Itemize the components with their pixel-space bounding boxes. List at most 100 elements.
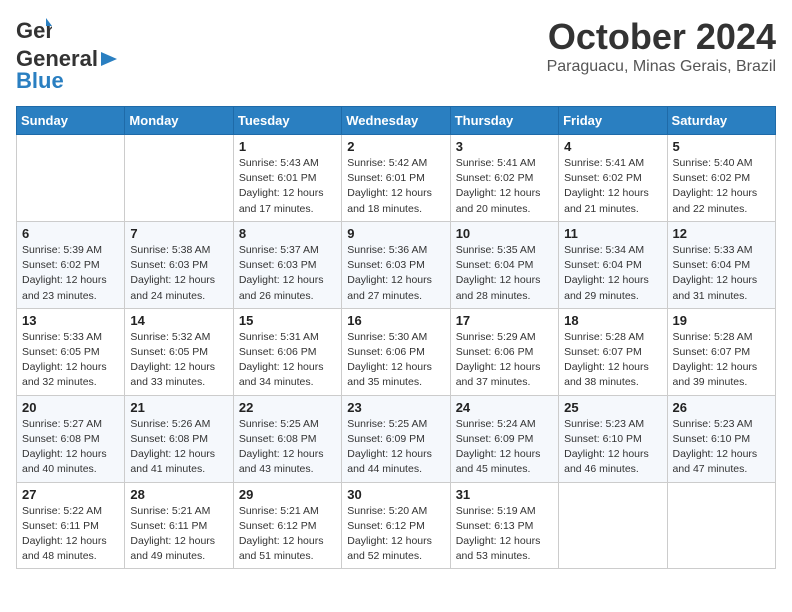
- day-number: 17: [456, 313, 553, 328]
- day-info: Sunrise: 5:37 AMSunset: 6:03 PMDaylight:…: [239, 243, 336, 304]
- day-number: 15: [239, 313, 336, 328]
- day-info: Sunrise: 5:25 AMSunset: 6:08 PMDaylight:…: [239, 417, 336, 478]
- page-header: General General Blue October 2024 Paragu…: [16, 16, 776, 94]
- weekday-header-friday: Friday: [559, 107, 667, 135]
- calendar-cell: 25 Sunrise: 5:23 AMSunset: 6:10 PMDayligh…: [559, 395, 667, 482]
- day-number: 21: [130, 400, 227, 415]
- calendar-cell: 27Sunrise: 5:22 AMSunset: 6:11 PMDayligh…: [17, 482, 125, 569]
- calendar-header-row: SundayMondayTuesdayWednesdayThursdayFrid…: [17, 107, 776, 135]
- weekday-header-wednesday: Wednesday: [342, 107, 450, 135]
- calendar-cell: 6 Sunrise: 5:39 AMSunset: 6:02 PMDaylight…: [17, 221, 125, 308]
- day-number: 26: [673, 400, 770, 415]
- day-info: Sunrise: 5:40 AMSunset: 6:02 PMDaylight:…: [673, 156, 770, 217]
- day-number: 30: [347, 487, 444, 502]
- day-number: 14: [130, 313, 227, 328]
- day-number: 8: [239, 226, 336, 241]
- day-number: 6: [22, 226, 119, 241]
- calendar-cell: 30 Sunrise: 5:20 AMSunset: 6:12 PMDayligh…: [342, 482, 450, 569]
- day-info: Sunrise: 5:43 AMSunset: 6:01 PMDaylight:…: [239, 156, 336, 217]
- day-number: 13: [22, 313, 119, 328]
- day-info: Sunrise: 5:19 AMSunset: 6:13 PMDaylight:…: [456, 504, 553, 565]
- calendar-table: SundayMondayTuesdayWednesdayThursdayFrid…: [16, 106, 776, 569]
- day-info: Sunrise: 5:38 AMSunset: 6:03 PMDaylight:…: [130, 243, 227, 304]
- calendar-cell: 23 Sunrise: 5:25 AMSunset: 6:09 PMDayligh…: [342, 395, 450, 482]
- day-info: Sunrise: 5:23 AMSunset: 6:10 PMDaylight:…: [564, 417, 661, 478]
- calendar-body: 1 Sunrise: 5:43 AMSunset: 6:01 PMDaylight…: [17, 135, 776, 569]
- calendar-cell: 4 Sunrise: 5:41 AMSunset: 6:02 PMDaylight…: [559, 135, 667, 222]
- day-number: 1: [239, 139, 336, 154]
- day-info: Sunrise: 5:30 AMSunset: 6:06 PMDaylight:…: [347, 330, 444, 391]
- day-number: 19: [673, 313, 770, 328]
- calendar-cell: 22 Sunrise: 5:25 AMSunset: 6:08 PMDayligh…: [233, 395, 341, 482]
- weekday-header-sunday: Sunday: [17, 107, 125, 135]
- calendar-cell: 2 Sunrise: 5:42 AMSunset: 6:01 PMDaylight…: [342, 135, 450, 222]
- day-number: 23: [347, 400, 444, 415]
- day-info: Sunrise: 5:29 AMSunset: 6:06 PMDaylight:…: [456, 330, 553, 391]
- calendar-cell: 20Sunrise: 5:27 AMSunset: 6:08 PMDayligh…: [17, 395, 125, 482]
- day-info: Sunrise: 5:21 AMSunset: 6:12 PMDaylight:…: [239, 504, 336, 565]
- calendar-week-1: 1 Sunrise: 5:43 AMSunset: 6:01 PMDaylight…: [17, 135, 776, 222]
- calendar-cell: 13 Sunrise: 5:33 AMSunset: 6:05 PMDayligh…: [17, 308, 125, 395]
- weekday-header-tuesday: Tuesday: [233, 107, 341, 135]
- day-number: 10: [456, 226, 553, 241]
- weekday-header-thursday: Thursday: [450, 107, 558, 135]
- day-info: Sunrise: 5:28 AMSunset: 6:07 PMDaylight:…: [564, 330, 661, 391]
- day-info: Sunrise: 5:24 AMSunset: 6:09 PMDaylight:…: [456, 417, 553, 478]
- calendar-cell: 9 Sunrise: 5:36 AMSunset: 6:03 PMDaylight…: [342, 221, 450, 308]
- day-number: 28: [130, 487, 227, 502]
- day-info: Sunrise: 5:42 AMSunset: 6:01 PMDaylight:…: [347, 156, 444, 217]
- day-info: Sunrise: 5:28 AMSunset: 6:07 PMDaylight:…: [673, 330, 770, 391]
- day-info: Sunrise: 5:39 AMSunset: 6:02 PMDaylight:…: [22, 243, 119, 304]
- day-number: 2: [347, 139, 444, 154]
- month-title: October 2024: [547, 16, 776, 58]
- day-info: Sunrise: 5:31 AMSunset: 6:06 PMDaylight:…: [239, 330, 336, 391]
- day-info: Sunrise: 5:20 AMSunset: 6:12 PMDaylight:…: [347, 504, 444, 565]
- logo-blue: Blue: [16, 68, 64, 94]
- calendar-cell: 16Sunrise: 5:30 AMSunset: 6:06 PMDayligh…: [342, 308, 450, 395]
- calendar-cell: 8 Sunrise: 5:37 AMSunset: 6:03 PMDaylight…: [233, 221, 341, 308]
- day-info: Sunrise: 5:33 AMSunset: 6:05 PMDaylight:…: [22, 330, 119, 391]
- calendar-cell: 26 Sunrise: 5:23 AMSunset: 6:10 PMDayligh…: [667, 395, 775, 482]
- logo-arrow-icon: [99, 50, 121, 68]
- day-number: 9: [347, 226, 444, 241]
- day-number: 25: [564, 400, 661, 415]
- day-info: Sunrise: 5:21 AMSunset: 6:11 PMDaylight:…: [130, 504, 227, 565]
- day-number: 18: [564, 313, 661, 328]
- day-number: 24: [456, 400, 553, 415]
- day-number: 12: [673, 226, 770, 241]
- day-number: 4: [564, 139, 661, 154]
- day-info: Sunrise: 5:23 AMSunset: 6:10 PMDaylight:…: [673, 417, 770, 478]
- calendar-cell: 31 Sunrise: 5:19 AMSunset: 6:13 PMDayligh…: [450, 482, 558, 569]
- calendar-cell: 5 Sunrise: 5:40 AMSunset: 6:02 PMDaylight…: [667, 135, 775, 222]
- calendar-cell: 24 Sunrise: 5:24 AMSunset: 6:09 PMDayligh…: [450, 395, 558, 482]
- calendar-week-2: 6 Sunrise: 5:39 AMSunset: 6:02 PMDaylight…: [17, 221, 776, 308]
- day-info: Sunrise: 5:36 AMSunset: 6:03 PMDaylight:…: [347, 243, 444, 304]
- calendar-cell: [667, 482, 775, 569]
- day-info: Sunrise: 5:41 AMSunset: 6:02 PMDaylight:…: [564, 156, 661, 217]
- calendar-week-5: 27Sunrise: 5:22 AMSunset: 6:11 PMDayligh…: [17, 482, 776, 569]
- calendar-cell: 7 Sunrise: 5:38 AMSunset: 6:03 PMDaylight…: [125, 221, 233, 308]
- location: Paraguacu, Minas Gerais, Brazil: [547, 58, 776, 76]
- title-block: October 2024 Paraguacu, Minas Gerais, Br…: [547, 16, 776, 76]
- day-info: Sunrise: 5:34 AMSunset: 6:04 PMDaylight:…: [564, 243, 661, 304]
- calendar-cell: 14 Sunrise: 5:32 AMSunset: 6:05 PMDayligh…: [125, 308, 233, 395]
- logo-icon: General: [16, 16, 52, 46]
- calendar-cell: [559, 482, 667, 569]
- day-info: Sunrise: 5:26 AMSunset: 6:08 PMDaylight:…: [130, 417, 227, 478]
- day-number: 11: [564, 226, 661, 241]
- day-info: Sunrise: 5:33 AMSunset: 6:04 PMDaylight:…: [673, 243, 770, 304]
- day-number: 22: [239, 400, 336, 415]
- day-number: 27: [22, 487, 119, 502]
- calendar-cell: 29Sunrise: 5:21 AMSunset: 6:12 PMDayligh…: [233, 482, 341, 569]
- calendar-cell: 11 Sunrise: 5:34 AMSunset: 6:04 PMDayligh…: [559, 221, 667, 308]
- day-info: Sunrise: 5:35 AMSunset: 6:04 PMDaylight:…: [456, 243, 553, 304]
- day-number: 31: [456, 487, 553, 502]
- day-number: 3: [456, 139, 553, 154]
- calendar-week-4: 20Sunrise: 5:27 AMSunset: 6:08 PMDayligh…: [17, 395, 776, 482]
- calendar-cell: 19 Sunrise: 5:28 AMSunset: 6:07 PMDayligh…: [667, 308, 775, 395]
- calendar-cell: [125, 135, 233, 222]
- day-number: 5: [673, 139, 770, 154]
- day-info: Sunrise: 5:25 AMSunset: 6:09 PMDaylight:…: [347, 417, 444, 478]
- day-info: Sunrise: 5:32 AMSunset: 6:05 PMDaylight:…: [130, 330, 227, 391]
- day-number: 7: [130, 226, 227, 241]
